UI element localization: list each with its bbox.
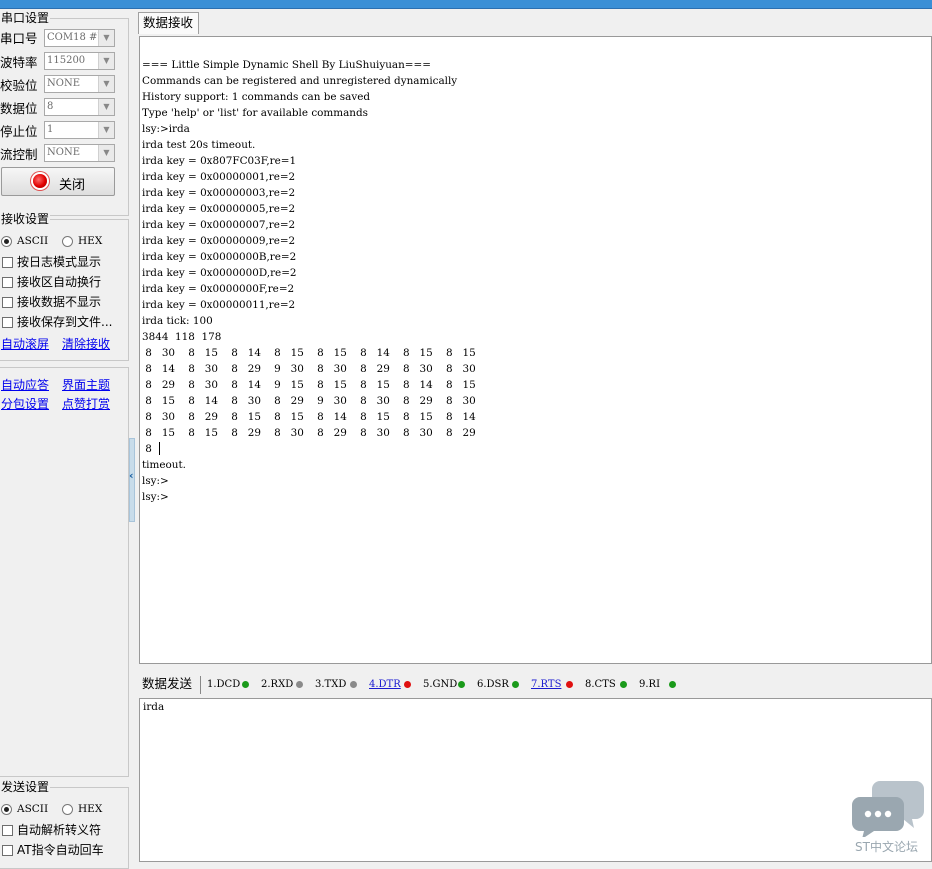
baud-label: 波特率 — [0, 55, 38, 70]
send-settings-title: 发送设置 — [0, 780, 51, 794]
save-to-file-label: 接收保存到文件... — [17, 315, 113, 329]
signal-gnd: 5.GND — [423, 679, 458, 690]
signal-dsr: 6.DSR — [477, 679, 509, 690]
forum-watermark: ST中文论坛 — [850, 775, 932, 862]
databits-select[interactable]: 8 ▼ — [44, 98, 115, 116]
tab-receive-label: 数据接收 — [143, 15, 194, 30]
close-port-label: 关闭 — [59, 178, 86, 193]
log-mode-checkbox[interactable] — [2, 257, 13, 268]
packet-settings-link[interactable]: 分包设置 — [1, 396, 49, 412]
signal-cts: 8.CTS — [585, 679, 616, 690]
recv-hex-label: HEX — [78, 235, 103, 247]
parity-select[interactable]: NONE ▼ — [44, 75, 115, 93]
parity-value: NONE — [47, 78, 80, 89]
chat-bubble-icon — [852, 781, 924, 839]
signal-bar: 数据发送 1.DCD 2.RXD 3.TXD 4.DTR 5.GND 6.DSR 7.RTS… — [138, 672, 932, 698]
flowcontrol-label: 流控制 — [0, 147, 38, 162]
send-input[interactable]: irda — [139, 698, 932, 862]
send-ascii-radio[interactable] — [1, 804, 12, 815]
chevron-left-icon: ‹ — [129, 469, 134, 482]
signal-status-dot-icon — [458, 681, 465, 688]
stopbits-select[interactable]: 1 ▼ — [44, 121, 115, 139]
signal-status-dot-icon — [566, 681, 573, 688]
chevron-down-icon: ▼ — [98, 122, 114, 138]
databits-value: 8 — [47, 101, 54, 112]
send-hex-radio[interactable] — [62, 804, 73, 815]
chevron-down-icon: ▼ — [98, 99, 114, 115]
watermark-text: ST中文论坛 — [855, 840, 918, 854]
log-mode-label: 按日志模式显示 — [17, 255, 102, 269]
send-ascii-label: ASCII — [17, 803, 49, 815]
send-hex-label: HEX — [78, 803, 103, 815]
divider — [200, 676, 201, 694]
signal-rts[interactable]: 7.RTS — [531, 679, 561, 691]
baud-value: 115200 — [47, 55, 86, 66]
theme-link[interactable]: 界面主题 — [62, 377, 110, 393]
parity-label: 校验位 — [0, 78, 38, 93]
signal-status-dot-icon — [512, 681, 519, 688]
tab-send-label[interactable]: 数据发送 — [142, 676, 192, 692]
signal-rxd: 2.RXD — [261, 679, 294, 690]
misc-group — [0, 367, 129, 777]
serial-settings-title: 串口设置 — [0, 11, 51, 25]
receive-settings-title: 接收设置 — [0, 212, 51, 226]
auto-scroll-link[interactable]: 自动滚屏 — [1, 336, 49, 352]
signal-dtr[interactable]: 4.DTR — [369, 679, 401, 691]
signal-dcd: 1.DCD — [207, 679, 241, 690]
port-label: 串口号 — [0, 31, 38, 46]
recv-ascii-label: ASCII — [17, 235, 49, 247]
signal-status-dot-icon — [350, 681, 357, 688]
flowcontrol-select[interactable]: NONE ▼ — [44, 144, 115, 162]
port-select[interactable]: COM18 #USB ▼ — [44, 29, 115, 47]
window-title-bar — [0, 0, 932, 9]
stopbits-label: 停止位 — [0, 124, 38, 139]
status-led-icon — [33, 174, 47, 188]
save-to-file-checkbox[interactable] — [2, 317, 13, 328]
text-cursor — [159, 442, 160, 455]
auto-wrap-label: 接收区自动换行 — [17, 275, 102, 289]
receive-output[interactable]: === Little Simple Dynamic Shell By LiuSh… — [139, 36, 932, 664]
auto-reply-link[interactable]: 自动应答 — [1, 377, 49, 393]
chevron-down-icon: ▼ — [98, 76, 114, 92]
databits-label: 数据位 — [0, 101, 38, 116]
recv-ascii-radio[interactable] — [1, 236, 12, 247]
chevron-down-icon: ▼ — [98, 145, 114, 161]
escape-parse-checkbox[interactable] — [2, 825, 13, 836]
baud-select[interactable]: 115200 ▼ — [44, 52, 115, 70]
chevron-down-icon: ▼ — [98, 30, 114, 46]
receive-text: === Little Simple Dynamic Shell By LiuSh… — [142, 59, 476, 503]
tab-receive[interactable]: 数据接收 — [138, 12, 199, 34]
close-port-button[interactable]: 关闭 — [1, 167, 115, 196]
signal-status-dot-icon — [404, 681, 411, 688]
send-input-text: irda — [143, 701, 165, 713]
signal-ri: 9.RI — [639, 679, 661, 690]
hide-recv-checkbox[interactable] — [2, 297, 13, 308]
clear-receive-link[interactable]: 清除接收 — [62, 336, 110, 352]
signal-status-dot-icon — [620, 681, 627, 688]
signal-status-dot-icon — [296, 681, 303, 688]
hide-recv-label: 接收数据不显示 — [17, 295, 102, 309]
auto-wrap-checkbox[interactable] — [2, 277, 13, 288]
at-auto-cr-checkbox[interactable] — [2, 845, 13, 856]
chevron-down-icon: ▼ — [98, 53, 114, 69]
signal-status-dot-icon — [669, 681, 676, 688]
stopbits-value: 1 — [47, 124, 54, 135]
panel-splitter[interactable]: ‹ — [129, 438, 135, 522]
escape-parse-label: 自动解析转义符 — [17, 823, 102, 837]
donate-link[interactable]: 点赞打赏 — [62, 396, 110, 412]
signal-status-dot-icon — [242, 681, 249, 688]
recv-hex-radio[interactable] — [62, 236, 73, 247]
flowcontrol-value: NONE — [47, 147, 80, 158]
signal-txd: 3.TXD — [315, 679, 347, 690]
at-auto-cr-label: AT指令自动回车 — [17, 843, 104, 857]
